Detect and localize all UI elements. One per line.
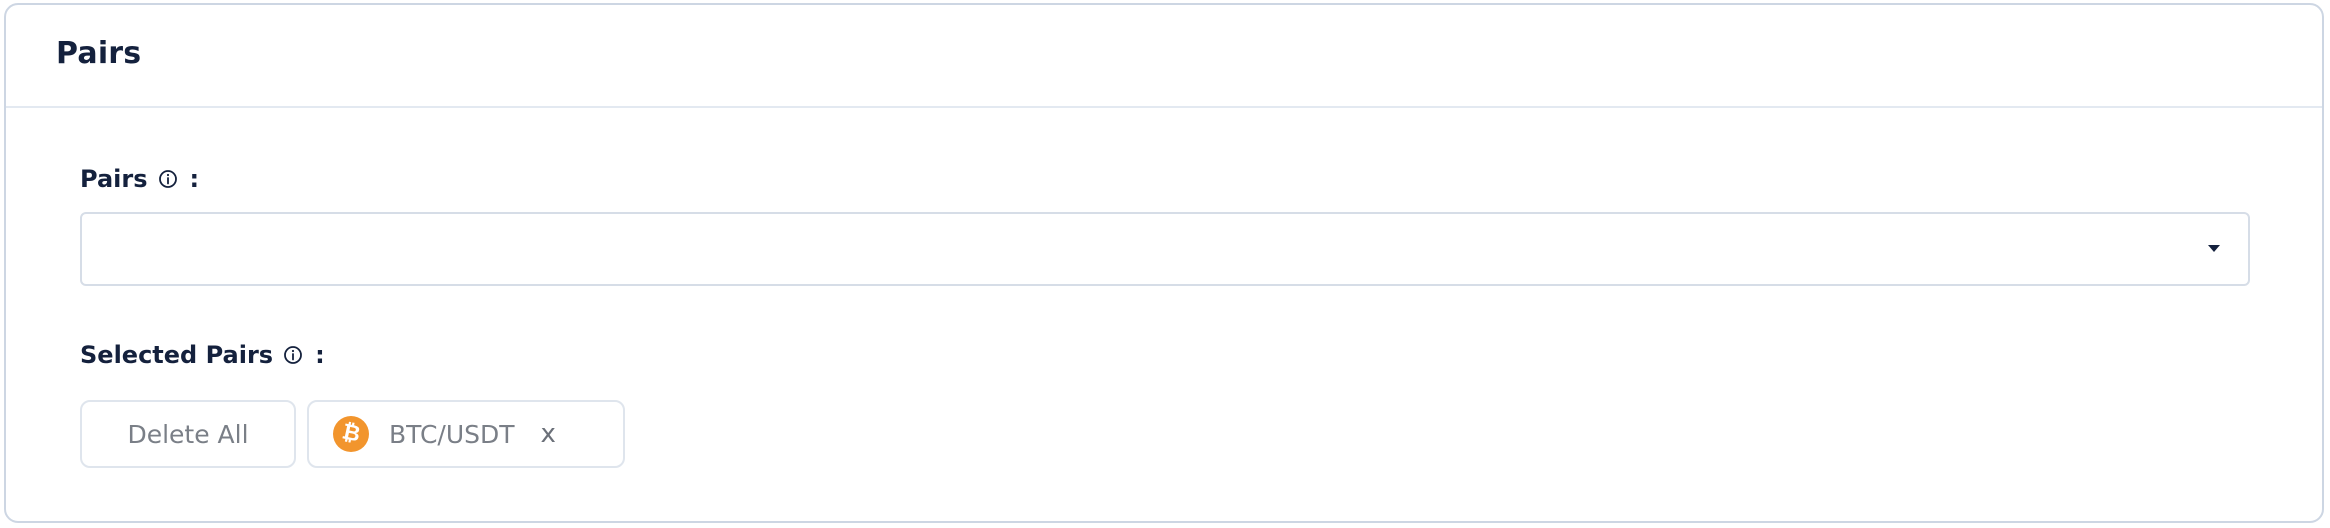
- selected-pairs-label: Selected Pairs :: [80, 341, 325, 369]
- card-title: Pairs: [56, 36, 142, 71]
- selected-pair-label: BTC/USDT: [389, 419, 515, 449]
- pairs-label: Pairs :: [80, 165, 199, 193]
- pairs-label-text: Pairs: [80, 165, 148, 193]
- delete-all-button[interactable]: Delete All: [80, 400, 296, 468]
- selected-pairs-label-colon: :: [315, 341, 325, 369]
- bitcoin-icon: ₿: [333, 416, 369, 452]
- selected-pair-chip: ₿ BTC/USDT x: [307, 400, 625, 468]
- pairs-select[interactable]: [80, 212, 2250, 286]
- pairs-card: Pairs Pairs : Selected Pairs : Delete Al…: [4, 3, 2324, 523]
- card-header: Pairs: [6, 5, 2322, 108]
- selected-pairs-label-text: Selected Pairs: [80, 341, 274, 369]
- bitcoin-glyph: ₿: [339, 419, 363, 448]
- remove-pair-button[interactable]: x: [541, 419, 556, 449]
- info-icon[interactable]: [158, 169, 178, 189]
- chevron-down-icon[interactable]: [2208, 245, 2220, 252]
- pairs-label-colon: :: [189, 165, 200, 193]
- info-icon[interactable]: [283, 345, 303, 365]
